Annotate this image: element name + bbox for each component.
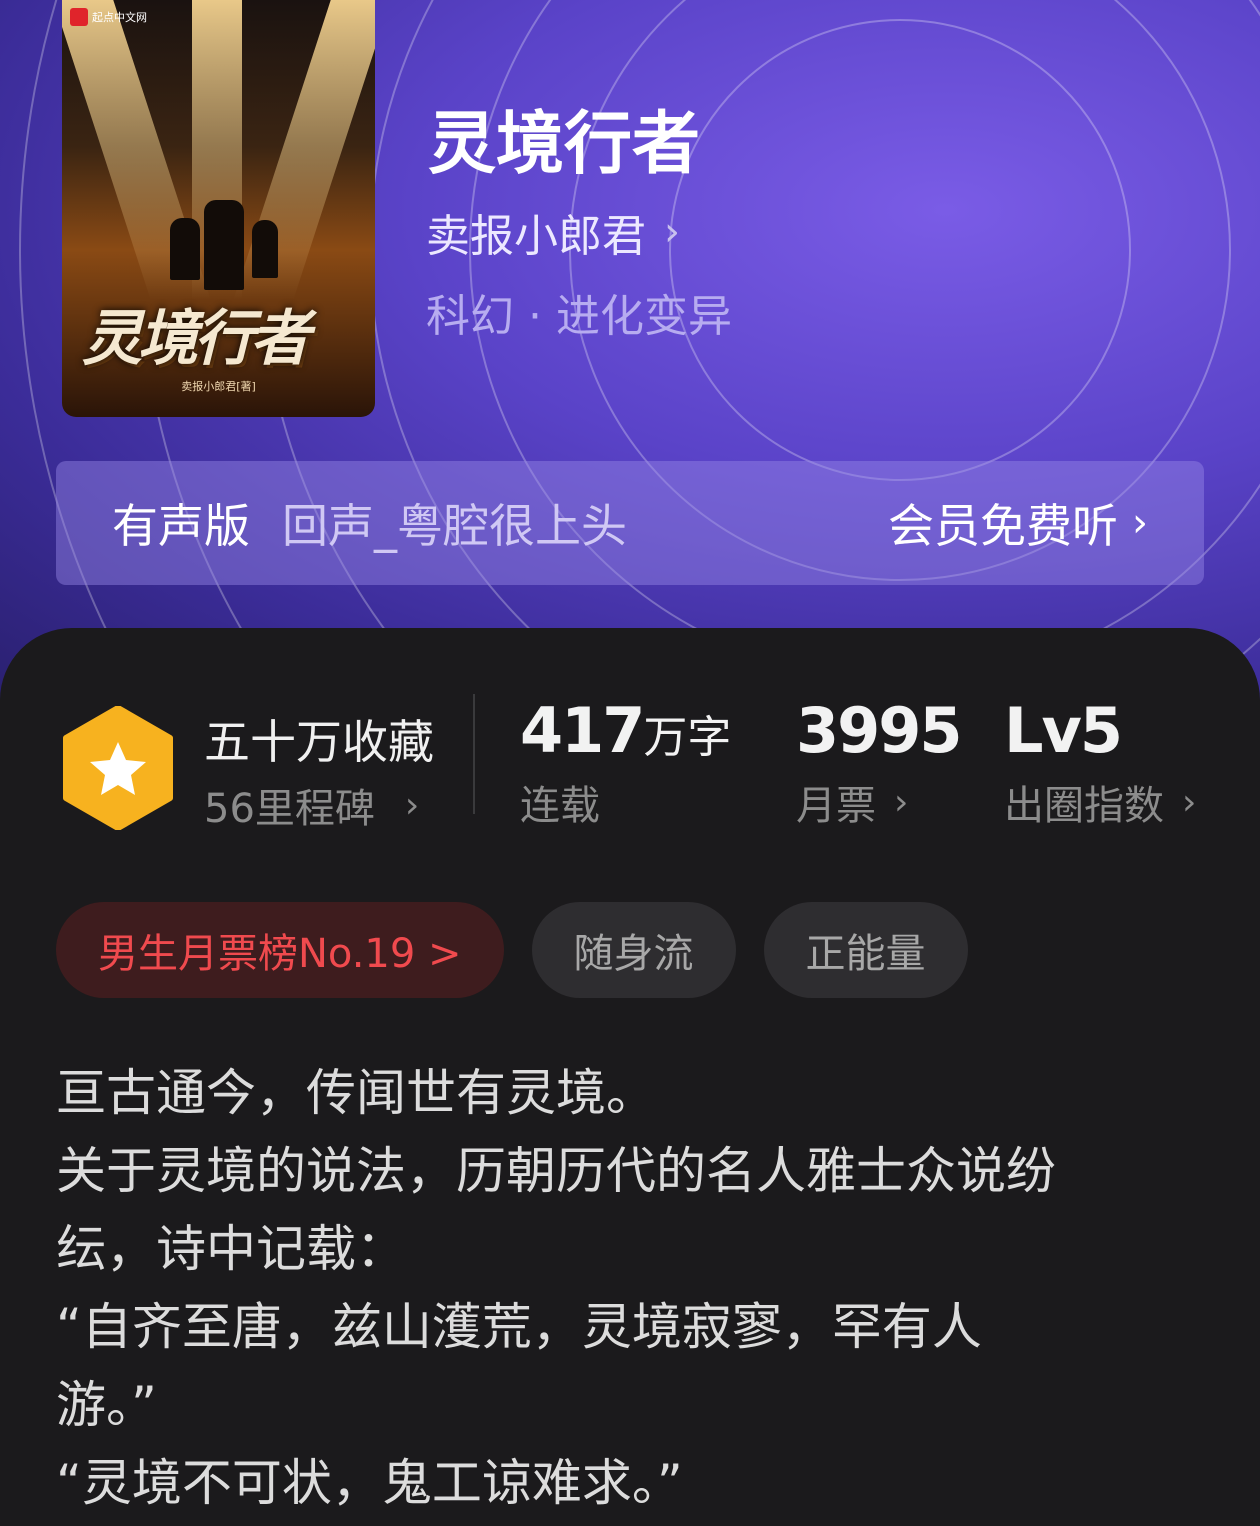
publisher-logo-icon <box>70 8 88 26</box>
synopsis-line: “自齐至唐，兹山濩荒，灵境寂寥，罕有人 <box>56 1298 982 1356</box>
author-link[interactable]: 卖报小郎君 › <box>426 200 680 264</box>
cover-title-art: 灵境行者 <box>82 304 310 374</box>
synopsis-line: 游。” <box>56 1376 157 1434</box>
audio-version-bar[interactable]: 有声版 回声_粤腔很上头 会员免费听 › <box>56 461 1204 585</box>
favorites-milestone-title[interactable]: 五十万收藏 <box>204 706 434 772</box>
tag-chip[interactable]: 正能量 <box>763 902 968 998</box>
book-title: 灵境行者 <box>428 104 701 184</box>
synopsis-line: “灵境不可状，鬼工谅难求。” <box>56 1454 683 1512</box>
monthly-ticket-stat[interactable]: 3995 月票 › <box>796 694 963 831</box>
synopsis-line: 纭，诗中记载： <box>56 1220 406 1278</box>
popularity-index-stat[interactable]: Lv5 出圈指数 › <box>1004 694 1196 831</box>
book-header: 起点中文网 灵境行者 卖报小郎君[著] 灵境行者 卖报小郎君 › 科幻 · 进化… <box>0 0 1260 700</box>
audio-narrator: 回声_粤腔很上头 <box>282 499 627 553</box>
rank-tag[interactable]: 男生月票榜No.19 > <box>56 902 504 998</box>
serial-status: 连载 <box>520 783 600 829</box>
cover-author-line: 卖报小郎君[著] <box>181 380 256 393</box>
word-count-stat: 417万字 连载 <box>520 694 732 829</box>
publisher-mark: 起点中文网 <box>70 8 147 26</box>
chevron-right-icon: › <box>1182 781 1197 823</box>
author-name: 卖报小郎君 <box>426 211 646 262</box>
chevron-right-icon: › <box>664 209 680 255</box>
star-hexagon-icon[interactable] <box>62 706 174 830</box>
stats-divider <box>473 694 475 814</box>
synopsis-line: 关于灵境的说法，历朝历代的名人雅士众说纷 <box>56 1142 1056 1200</box>
tag-chip[interactable]: 随身流 <box>531 902 736 998</box>
member-free-listen-button[interactable]: 会员免费听 › <box>888 490 1148 556</box>
genre-label[interactable]: 科幻 · 进化变异 <box>426 280 732 344</box>
tag-row: 男生月票榜No.19 > 随身流 正能量 <box>56 902 968 998</box>
audio-label: 有声版 <box>112 499 250 553</box>
chevron-right-icon: › <box>894 781 909 823</box>
book-cover[interactable]: 起点中文网 灵境行者 卖报小郎君[著] <box>62 0 375 417</box>
milestones-link[interactable]: 56里程碑 › <box>204 776 419 834</box>
chevron-right-icon: › <box>1132 500 1148 546</box>
synopsis-line: 亘古通今，传闻世有灵境。 <box>56 1064 656 1122</box>
synopsis[interactable]: 亘古通今，传闻世有灵境。 关于灵境的说法，历朝历代的名人雅士众说纷 纭，诗中记载… <box>56 1054 1206 1522</box>
chevron-right-icon: › <box>404 784 420 826</box>
